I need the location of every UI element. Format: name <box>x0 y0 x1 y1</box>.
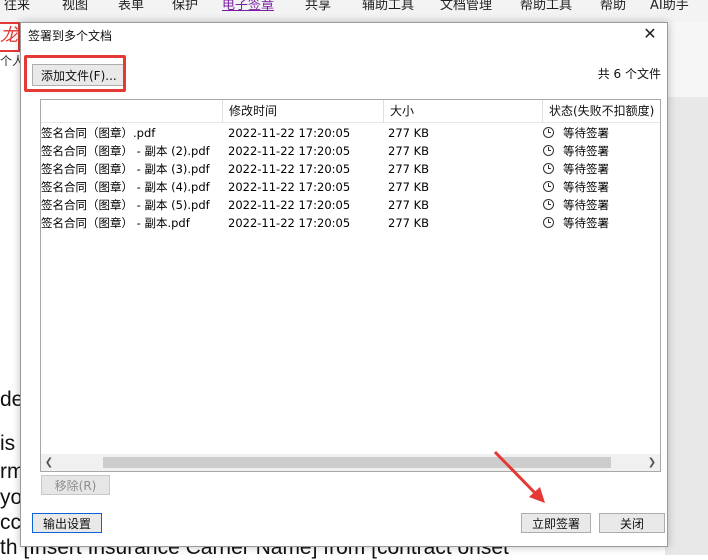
file-status: 等待签署 <box>563 180 609 194</box>
file-size: 277 KB <box>388 198 430 212</box>
clock-icon <box>543 199 554 210</box>
file-size: 277 KB <box>388 126 430 140</box>
side-panel <box>665 97 708 555</box>
menu-item[interactable]: 辅助工具 <box>362 0 414 13</box>
clock-icon <box>543 163 554 174</box>
file-name: 签名合同（图章） - 副本 (2).pdf <box>41 144 210 158</box>
table-row[interactable]: 签名合同（图章） - 副本 (3).pdf 2022-11-22 17:20:0… <box>41 160 660 178</box>
column-header-status[interactable]: 状态(失败不扣额度) <box>542 100 660 122</box>
clock-icon <box>543 181 554 192</box>
output-settings-button[interactable]: 输出设置 <box>32 513 102 533</box>
app-menubar: 往来 视图 表单 保护 电子签章 共享 辅助工具 文档管理 帮助工具 帮助 AI… <box>0 0 708 23</box>
file-size: 277 KB <box>388 162 430 176</box>
menu-item[interactable]: AI助手 <box>650 0 689 13</box>
sign-now-button[interactable]: 立即签署 <box>521 513 591 533</box>
file-status: 等待签署 <box>563 126 609 140</box>
table-row[interactable]: 签名合同（图章） - 副本 (2).pdf 2022-11-22 17:20:0… <box>41 142 660 160</box>
file-status: 等待签署 <box>563 162 609 176</box>
file-name: 签名合同（图章） - 副本.pdf <box>41 216 190 230</box>
doc-text-line: yo <box>0 486 23 509</box>
file-size: 277 KB <box>388 144 430 158</box>
doc-text-line: cc <box>0 511 21 534</box>
menu-item[interactable]: 表单 <box>118 0 144 13</box>
clock-icon <box>543 127 554 138</box>
sign-multiple-dialog: 签署到多个文档 ✕ 添加文件(F)... 共 6 个文件 修改时间 大小 状态(… <box>20 22 668 547</box>
file-status: 等待签署 <box>563 198 609 212</box>
menu-item[interactable]: 文档管理 <box>440 0 492 13</box>
app-logo: 龙 <box>0 22 20 52</box>
clock-icon <box>543 217 554 228</box>
menu-item-esign[interactable]: 电子签章 <box>222 0 274 13</box>
add-file-button[interactable]: 添加文件(F)... <box>32 64 126 86</box>
file-status: 等待签署 <box>563 216 609 230</box>
file-mtime: 2022-11-22 17:20:05 <box>228 126 351 140</box>
column-header-mtime[interactable]: 修改时间 <box>222 100 383 122</box>
file-name: 签名合同（图章） - 副本 (5).pdf <box>41 198 210 212</box>
side-panel-top <box>665 22 708 97</box>
column-header-size[interactable]: 大小 <box>383 100 542 122</box>
close-icon[interactable]: ✕ <box>641 25 659 43</box>
file-list[interactable]: 修改时间 大小 状态(失败不扣额度) 签名合同（图章）.pdf 2022-11-… <box>40 99 661 472</box>
close-button[interactable]: 关闭 <box>599 513 665 533</box>
file-count: 共 6 个文件 <box>597 67 661 81</box>
file-name: 签名合同（图章）.pdf <box>41 126 156 140</box>
file-status: 等待签署 <box>563 144 609 158</box>
table-row[interactable]: 签名合同（图章） - 副本 (5).pdf 2022-11-22 17:20:0… <box>41 196 660 214</box>
column-header-name[interactable] <box>41 100 222 122</box>
clock-icon <box>543 145 554 156</box>
table-row[interactable]: 签名合同（图章）.pdf 2022-11-22 17:20:05 277 KB … <box>41 124 660 142</box>
file-name: 签名合同（图章） - 副本 (4).pdf <box>41 180 210 194</box>
table-row[interactable]: 签名合同（图章） - 副本 (4).pdf 2022-11-22 17:20:0… <box>41 178 660 196</box>
file-mtime: 2022-11-22 17:20:05 <box>228 162 351 176</box>
menu-item[interactable]: 视图 <box>62 0 88 13</box>
file-name: 签名合同（图章） - 副本 (3).pdf <box>41 162 210 176</box>
file-mtime: 2022-11-22 17:20:05 <box>228 180 351 194</box>
file-size: 277 KB <box>388 180 430 194</box>
menu-item[interactable]: 帮助工具 <box>520 0 572 13</box>
file-size: 277 KB <box>388 216 430 230</box>
remove-button[interactable]: 移除(R) <box>41 475 110 495</box>
menu-item[interactable]: 帮助 <box>600 0 626 13</box>
file-mtime: 2022-11-22 17:20:05 <box>228 198 351 212</box>
scrollbar-thumb[interactable] <box>103 457 611 468</box>
horizontal-scrollbar[interactable]: ❮ ❯ <box>41 454 660 471</box>
scroll-right-icon[interactable]: ❯ <box>644 454 660 471</box>
dialog-title: 签署到多个文档 <box>28 29 113 43</box>
file-mtime: 2022-11-22 17:20:05 <box>228 216 351 230</box>
scroll-left-icon[interactable]: ❮ <box>41 454 57 471</box>
file-mtime: 2022-11-22 17:20:05 <box>228 144 351 158</box>
menu-item[interactable]: 往来 <box>4 0 30 13</box>
list-header: 修改时间 大小 状态(失败不扣额度) <box>41 100 660 123</box>
table-row[interactable]: 签名合同（图章） - 副本.pdf 2022-11-22 17:20:05 27… <box>41 214 660 232</box>
menu-item[interactable]: 保护 <box>172 0 198 13</box>
menu-item[interactable]: 共享 <box>305 0 331 13</box>
